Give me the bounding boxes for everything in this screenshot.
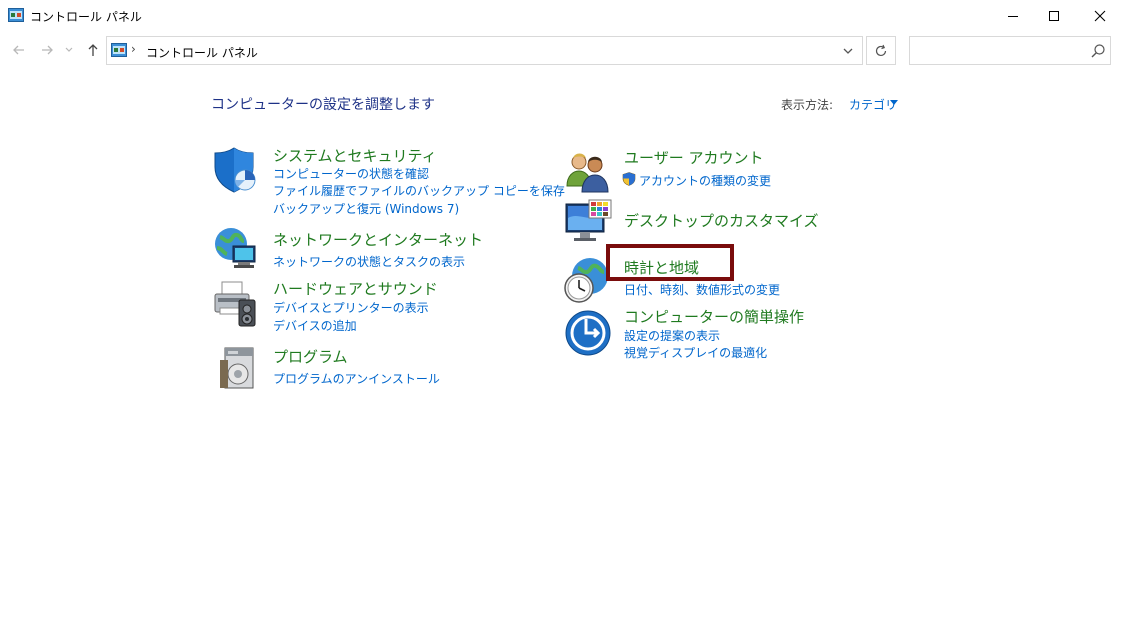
programs-icon[interactable]: [216, 344, 264, 392]
address-dropdown-button[interactable]: [839, 42, 857, 60]
monitor-icon[interactable]: [564, 198, 612, 246]
category-title-network-internet[interactable]: ネットワークとインターネット: [273, 229, 483, 250]
arrow-right-icon: [42, 45, 53, 55]
chevron-down-icon: [843, 48, 853, 54]
control-panel-icon: [8, 8, 24, 22]
breadcrumb-separator: ›: [131, 42, 136, 56]
page-title: コンピューターの設定を調整します: [211, 97, 435, 113]
window-title: コントロール パネル: [30, 10, 142, 24]
breadcrumb-item[interactable]: コントロール パネル: [146, 44, 258, 61]
shield-icon[interactable]: [212, 146, 260, 194]
category-title-programs[interactable]: プログラム: [273, 346, 348, 367]
control-panel-icon: [111, 43, 127, 57]
link-check-computer-status[interactable]: コンピューターの状態を確認: [273, 165, 429, 182]
uac-shield-icon: [622, 172, 636, 186]
printer-icon[interactable]: [212, 280, 260, 328]
category-title-ease-of-access[interactable]: コンピューターの簡単操作: [624, 306, 804, 327]
close-button[interactable]: [1077, 0, 1123, 31]
close-icon: [1094, 10, 1106, 21]
search-box[interactable]: [909, 36, 1111, 65]
users-icon[interactable]: [564, 148, 612, 196]
chevron-down-icon: [65, 47, 73, 52]
view-by-label: 表示方法:: [781, 98, 834, 112]
up-button[interactable]: [83, 40, 103, 60]
caret-down-icon[interactable]: [890, 100, 898, 106]
category-title-personalization[interactable]: デスクトップのカスタマイズ: [624, 210, 819, 231]
network-icon[interactable]: [212, 224, 260, 272]
link-let-windows-suggest[interactable]: 設定の提案の表示: [624, 327, 720, 344]
arrow-left-icon: [13, 45, 24, 55]
search-icon[interactable]: [1090, 43, 1106, 59]
back-button[interactable]: [9, 40, 29, 60]
link-devices-printers[interactable]: デバイスとプリンターの表示: [273, 299, 429, 316]
ease-of-access-icon[interactable]: [564, 309, 612, 357]
link-change-account-type[interactable]: アカウントの種類の変更: [639, 172, 771, 189]
forward-button[interactable]: [37, 40, 57, 60]
arrow-up-icon: [88, 44, 98, 56]
search-input[interactable]: [914, 41, 1084, 61]
highlight-box: [606, 244, 734, 281]
address-bar[interactable]: › コントロール パネル: [106, 36, 863, 65]
refresh-icon: [875, 44, 887, 56]
recent-locations-button[interactable]: [62, 40, 76, 60]
maximize-icon: [1049, 10, 1059, 21]
link-backup-restore[interactable]: バックアップと復元 (Windows 7): [273, 200, 459, 217]
maximize-button[interactable]: [1031, 0, 1077, 31]
category-title-user-accounts[interactable]: ユーザー アカウント: [624, 147, 763, 168]
link-network-status[interactable]: ネットワークの状態とタスクの表示: [273, 253, 465, 270]
link-change-date-time-format[interactable]: 日付、時刻、数値形式の変更: [624, 281, 780, 298]
clock-globe-icon[interactable]: [562, 256, 610, 304]
link-file-history[interactable]: ファイル履歴でファイルのバックアップ コピーを保存: [273, 182, 565, 199]
minimize-icon: [1008, 15, 1018, 17]
link-optimize-visual-display[interactable]: 視覚ディスプレイの最適化: [624, 344, 767, 361]
link-add-device[interactable]: デバイスの追加: [273, 317, 357, 334]
link-uninstall-program[interactable]: プログラムのアンインストール: [273, 370, 440, 387]
category-title-system-security[interactable]: システムとセキュリティ: [273, 145, 437, 166]
category-title-hardware-sound[interactable]: ハードウェアとサウンド: [273, 278, 438, 299]
minimize-button[interactable]: [990, 0, 1036, 31]
title-bar: コントロール パネル: [0, 0, 1123, 32]
refresh-button[interactable]: [866, 36, 896, 65]
